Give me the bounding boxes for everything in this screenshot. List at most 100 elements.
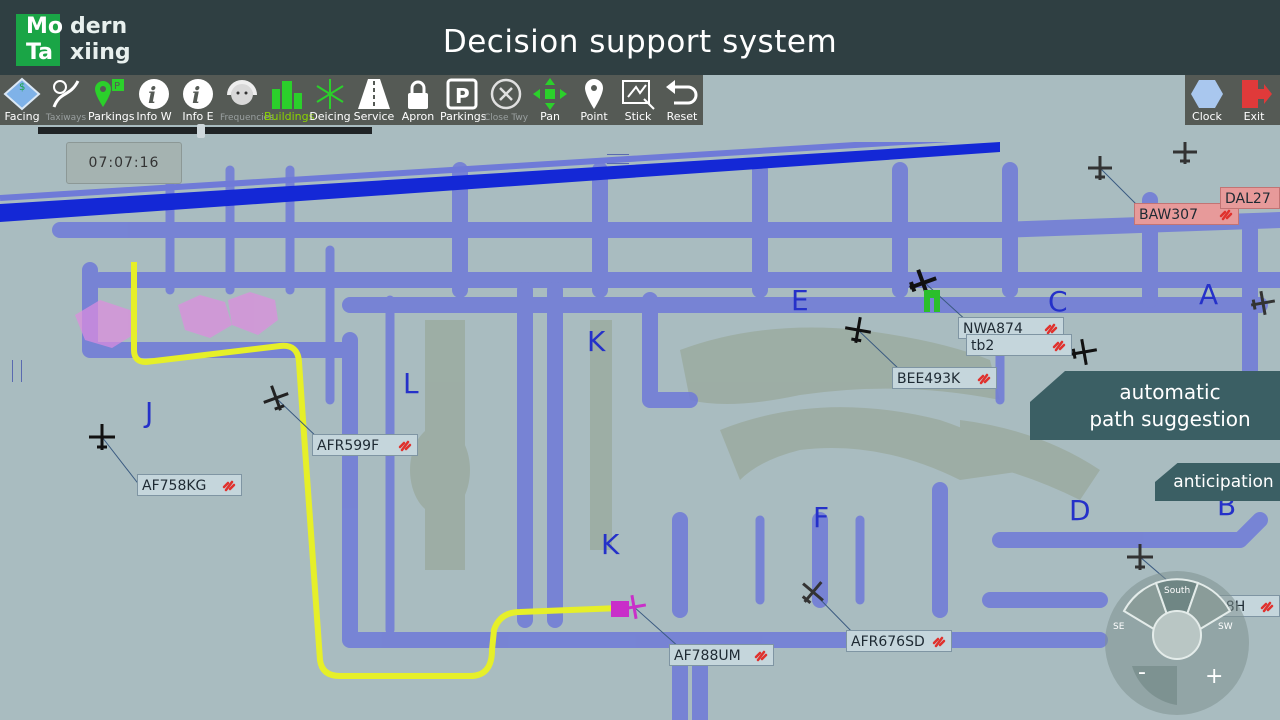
parkings2-button[interactable]: P Parkings [440, 75, 487, 125]
compass-zoom-widget[interactable]: South SE SW - + [1104, 571, 1250, 720]
flight-tag-afr676sd[interactable]: AFR676SD [846, 630, 952, 652]
zone-label-a: A [1199, 278, 1219, 311]
link-icon[interactable] [397, 438, 413, 454]
info-e-button[interactable]: i Info E [176, 75, 220, 125]
info-w-label: Info W [136, 110, 172, 123]
link-icon[interactable] [1051, 338, 1067, 354]
parkings-button[interactable]: P Parkings [88, 75, 135, 125]
zone-label-e: E [791, 284, 809, 317]
zone-label-l: L [403, 367, 419, 400]
reset-button[interactable]: Reset [660, 75, 704, 125]
zone-label-k: K [587, 325, 606, 358]
compass-sw: SW [1218, 622, 1233, 632]
info-w-button[interactable]: i Info W [132, 75, 176, 125]
flight-tag-af758kg[interactable]: AF758KG [137, 474, 242, 496]
deicing-label: Deicing [309, 110, 351, 123]
stick-label: Stick [624, 110, 652, 123]
page-title: Decision support system [442, 24, 838, 60]
taxiways-button[interactable]: Taxiways [44, 75, 88, 125]
flight-tag-tb2[interactable]: tb2 [966, 334, 1072, 356]
flight-callsign: BAW307 [1139, 207, 1198, 223]
zone-label-k-south: K [601, 528, 620, 561]
flight-tag-bee493k[interactable]: BEE493K [892, 367, 997, 389]
zone-label-d: D [1069, 494, 1091, 527]
departure-gate-marker [611, 601, 629, 617]
zone-label-c: C [1048, 285, 1068, 318]
buildings-button[interactable]: Buildings [264, 75, 315, 125]
facing-button[interactable]: $ Facing [0, 75, 44, 125]
point-label: Point [580, 110, 608, 123]
link-icon[interactable] [976, 371, 992, 387]
flight-tag-af788um[interactable]: AF788UM [669, 644, 774, 666]
zone-label-j: J [145, 396, 154, 429]
headset-icon [227, 80, 257, 105]
compass-se: SE [1113, 622, 1125, 632]
facing-icon: $ [3, 77, 41, 111]
flight-tag-afr599f[interactable]: AFR599F [312, 434, 418, 456]
taxiway-network [52, 162, 1280, 720]
flight-callsign: tb2 [971, 338, 995, 354]
taxiways-icon [52, 80, 80, 108]
timeline-handle[interactable] [197, 124, 205, 138]
parkings2-label: Parkings [440, 110, 487, 123]
flight-callsign: DAL27 [1225, 191, 1271, 207]
apron-button[interactable]: Apron [396, 75, 440, 125]
exit-door-icon [1242, 80, 1272, 108]
top-panel-handle[interactable] [607, 154, 629, 164]
close-twy-label: Close Twy [484, 113, 529, 123]
parkings-pin-icon: P [95, 79, 124, 107]
leader-lines [101, 167, 1191, 649]
timeline-slider[interactable] [38, 127, 372, 134]
anticipation-callout: anticipation [1155, 463, 1280, 501]
map-pin-icon [585, 79, 603, 109]
deicing-button[interactable]: Deicing [308, 75, 352, 125]
parking-sign-icon: P [446, 78, 478, 110]
apron-label: Apron [401, 110, 435, 123]
clock-label: Clock [1192, 110, 1222, 123]
snowflake-icon [316, 79, 344, 109]
parkings-label: Parkings [88, 110, 135, 123]
side-panel-handle[interactable] [12, 360, 22, 382]
flight-callsign: AFR599F [317, 438, 380, 454]
link-icon[interactable] [1259, 599, 1275, 615]
svg-text:i: i [148, 83, 156, 109]
svg-text:$: $ [19, 82, 25, 93]
buildings-icon [272, 81, 302, 109]
reset-label: Reset [666, 110, 698, 123]
time-display: 07:07:16 [66, 142, 182, 184]
road-icon [358, 79, 390, 109]
zone-label-f: F [813, 501, 830, 534]
zoom-out-button[interactable]: - [1138, 660, 1146, 685]
pan-button[interactable]: Pan [528, 75, 572, 125]
undo-icon [666, 80, 698, 105]
facing-label: Facing [4, 110, 40, 123]
flight-callsign: AFR676SD [851, 634, 925, 650]
svg-text:P: P [114, 81, 120, 92]
path-suggestion-text: automatic path suggestion [1089, 380, 1251, 431]
clock-button[interactable]: Clock [1185, 75, 1229, 125]
link-icon[interactable] [931, 634, 947, 650]
service-label: Service [353, 110, 395, 123]
flight-callsign: AF788UM [674, 648, 741, 664]
service-button[interactable]: Service [352, 75, 396, 125]
buildings-label: Buildings [264, 110, 315, 123]
hexagon-clock-icon [1191, 80, 1223, 108]
stick-button[interactable]: Stick [616, 75, 660, 125]
frequencies-button[interactable]: Frequencies [220, 75, 274, 125]
stick-icon [622, 80, 655, 110]
svg-text:P: P [455, 84, 470, 108]
taxiways-label: Taxiways [45, 113, 87, 123]
zoom-in-button[interactable]: + [1205, 664, 1223, 689]
point-button[interactable]: Point [572, 75, 616, 125]
info-e-label: Info E [182, 110, 214, 123]
flight-callsign: BEE493K [897, 371, 961, 387]
flight-tag-dal27[interactable]: DAL27 [1220, 187, 1280, 209]
link-icon[interactable] [221, 478, 237, 494]
pan-arrows-icon [533, 78, 567, 110]
close-twy-button[interactable]: Close Twy [484, 75, 528, 125]
svg-text:i: i [192, 83, 200, 109]
deicing-pads [75, 292, 278, 348]
exit-button[interactable]: Exit [1232, 75, 1276, 125]
close-circle-icon [490, 78, 522, 110]
link-icon[interactable] [753, 648, 769, 664]
